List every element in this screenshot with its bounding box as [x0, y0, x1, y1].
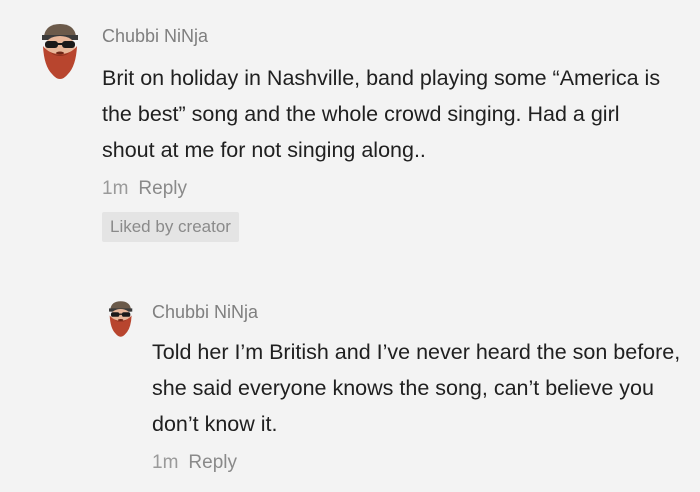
- reply-button[interactable]: Reply: [188, 452, 237, 474]
- comment-username[interactable]: Chubbi NiNja: [102, 24, 676, 48]
- comment-text: Brit on holiday in Nashville, band playi…: [102, 66, 661, 162]
- bearded-ninja-avatar-icon: [42, 24, 78, 79]
- avatar[interactable]: [36, 22, 82, 84]
- comment: Chubbi NiNja Brit on holiday in Nashvill…: [36, 20, 676, 242]
- reply-button[interactable]: Reply: [138, 178, 187, 200]
- comment-text: Told her I’m British and I’ve never hear…: [152, 340, 681, 436]
- comment-meta: 1m Reply: [102, 178, 676, 200]
- comment-body: Chubbi NiNja Brit on holiday in Nashvill…: [102, 20, 676, 242]
- comment-timestamp: 1m: [152, 452, 179, 473]
- comment-meta: 1m Reply: [152, 452, 684, 474]
- comment-username[interactable]: Chubbi NiNja: [152, 300, 684, 324]
- liked-by-creator-badge: Liked by creator: [102, 212, 239, 242]
- comment-timestamp: 1m: [102, 178, 129, 199]
- reply-comment: Chubbi NiNja Told her I’m British and I’…: [104, 296, 684, 474]
- bearded-ninja-avatar-icon: [109, 301, 133, 337]
- comment-body: Chubbi NiNja Told her I’m British and I’…: [152, 296, 684, 474]
- avatar[interactable]: [104, 300, 136, 340]
